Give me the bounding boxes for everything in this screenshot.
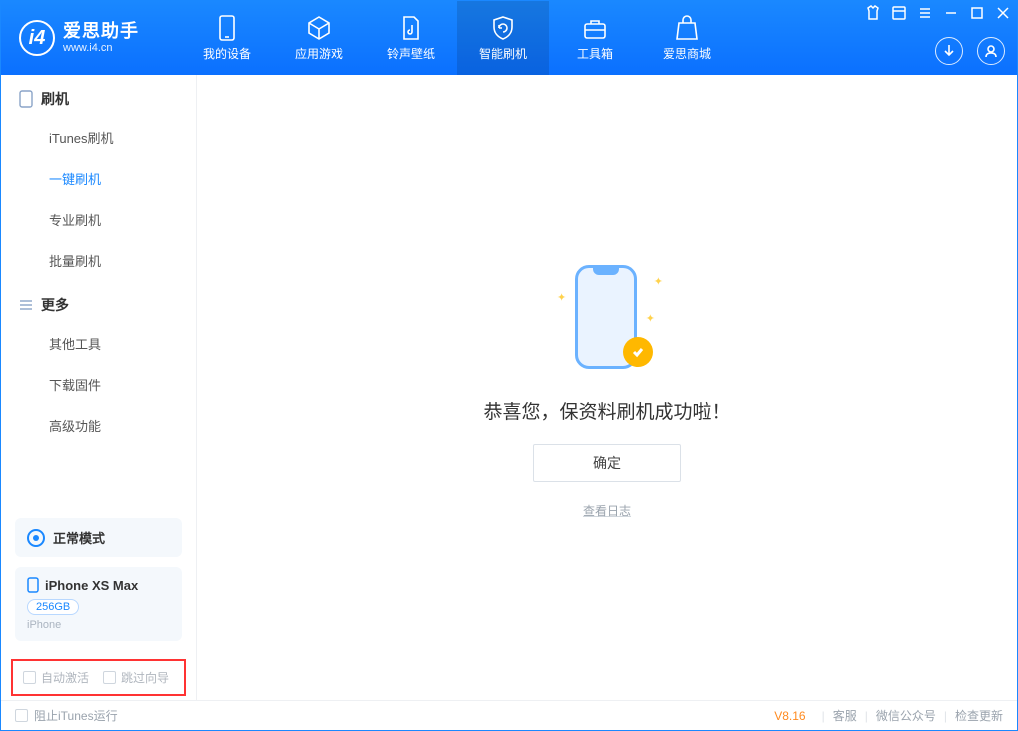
nav-ringtones-wallpapers[interactable]: 铃声壁纸 [365, 1, 457, 75]
main-content: ✦ ✦ ✦ 恭喜您，保资料刷机成功啦！ 确定 查看日志 [197, 75, 1017, 700]
download-button[interactable] [935, 37, 963, 65]
menu-icon[interactable] [917, 5, 933, 21]
nav-smart-flash[interactable]: 智能刷机 [457, 1, 549, 75]
success-message: 恭喜您，保资料刷机成功啦！ [483, 397, 730, 424]
ok-button[interactable]: 确定 [533, 444, 681, 482]
sidebar-section-more: 更多 [1, 281, 196, 323]
shield-refresh-icon [490, 15, 516, 41]
shirt-icon[interactable] [865, 5, 881, 21]
wechat-link[interactable]: 微信公众号 [876, 707, 936, 724]
success-badge-icon [623, 337, 653, 367]
phone-icon [214, 15, 240, 41]
sidebar-item-download-firmware[interactable]: 下载固件 [1, 364, 196, 405]
title-bar: i4 爱思助手 www.i4.cn 我的设备 应用游戏 铃声壁纸 智能刷机 工具… [1, 1, 1017, 75]
nav-store[interactable]: 爱思商城 [641, 1, 733, 75]
sidebar-item-itunes-flash[interactable]: iTunes刷机 [1, 117, 196, 158]
minimize-icon[interactable] [943, 5, 959, 21]
music-file-icon [398, 15, 424, 41]
toolbox-icon [582, 15, 608, 41]
cube-icon [306, 15, 332, 41]
version-label: V8.16 [774, 709, 805, 723]
device-type: iPhone [27, 619, 170, 631]
options-highlight-box: 自动激活 跳过向导 [11, 659, 186, 696]
sidebar-item-onekey-flash[interactable]: 一键刷机 [1, 158, 196, 199]
sidebar-item-advanced[interactable]: 高级功能 [1, 405, 196, 446]
sidebar-section-flash: 刷机 [1, 75, 196, 117]
bag-icon [674, 15, 700, 41]
device-mode-label: 正常模式 [53, 528, 105, 547]
nav-apps-games[interactable]: 应用游戏 [273, 1, 365, 75]
device-mode-box[interactable]: 正常模式 [15, 518, 182, 557]
app-logo: i4 爱思助手 www.i4.cn [1, 20, 181, 56]
sidebar-item-batch-flash[interactable]: 批量刷机 [1, 240, 196, 281]
view-log-link[interactable]: 查看日志 [583, 502, 631, 519]
sidebar: 刷机 iTunes刷机 一键刷机 专业刷机 批量刷机 更多 其他工具 下载固件 … [1, 75, 197, 700]
check-update-link[interactable]: 检查更新 [955, 707, 1003, 724]
nav-toolbox[interactable]: 工具箱 [549, 1, 641, 75]
nav-label: 应用游戏 [295, 45, 343, 62]
section-label: 更多 [41, 295, 69, 315]
nav-label: 智能刷机 [479, 45, 527, 62]
section-label: 刷机 [41, 89, 69, 109]
sparkle-icon: ✦ [646, 312, 655, 325]
sparkle-icon: ✦ [557, 291, 566, 304]
status-bar: 阻止iTunes运行 V8.16 | 客服 | 微信公众号 | 检查更新 [1, 700, 1017, 730]
header-actions [935, 37, 1005, 65]
device-panel: 正常模式 iPhone XS Max 256GB iPhone [1, 518, 196, 661]
maximize-icon[interactable] [969, 5, 985, 21]
sparkle-icon: ✦ [654, 275, 663, 288]
checkbox-label: 跳过向导 [121, 669, 169, 686]
app-subtitle: www.i4.cn [63, 42, 139, 54]
device-info-box[interactable]: iPhone XS Max 256GB iPhone [15, 567, 182, 641]
nav-my-device[interactable]: 我的设备 [181, 1, 273, 75]
nav-label: 铃声壁纸 [387, 45, 435, 62]
logo-icon: i4 [19, 20, 55, 56]
mode-indicator-icon [27, 529, 45, 547]
device-icon [27, 577, 39, 593]
sidebar-item-pro-flash[interactable]: 专业刷机 [1, 199, 196, 240]
window-controls [865, 5, 1011, 21]
phone-small-icon [19, 90, 33, 108]
device-name: iPhone XS Max [45, 578, 138, 593]
main-nav: 我的设备 应用游戏 铃声壁纸 智能刷机 工具箱 爱思商城 [181, 1, 733, 75]
nav-label: 爱思商城 [663, 45, 711, 62]
skin-icon[interactable] [891, 5, 907, 21]
auto-activate-checkbox[interactable]: 自动激活 [23, 669, 89, 686]
success-illustration: ✦ ✦ ✦ [547, 257, 667, 377]
support-link[interactable]: 客服 [833, 707, 857, 724]
device-capacity: 256GB [27, 599, 79, 615]
close-icon[interactable] [995, 5, 1011, 21]
account-button[interactable] [977, 37, 1005, 65]
checkbox-label: 自动激活 [41, 669, 89, 686]
nav-label: 工具箱 [577, 45, 613, 62]
block-itunes-checkbox[interactable]: 阻止iTunes运行 [15, 707, 118, 724]
list-icon [19, 298, 33, 312]
nav-label: 我的设备 [203, 45, 251, 62]
skip-guide-checkbox[interactable]: 跳过向导 [103, 669, 169, 686]
app-title: 爱思助手 [63, 22, 139, 42]
sidebar-item-other-tools[interactable]: 其他工具 [1, 323, 196, 364]
checkbox-label: 阻止iTunes运行 [34, 707, 118, 724]
